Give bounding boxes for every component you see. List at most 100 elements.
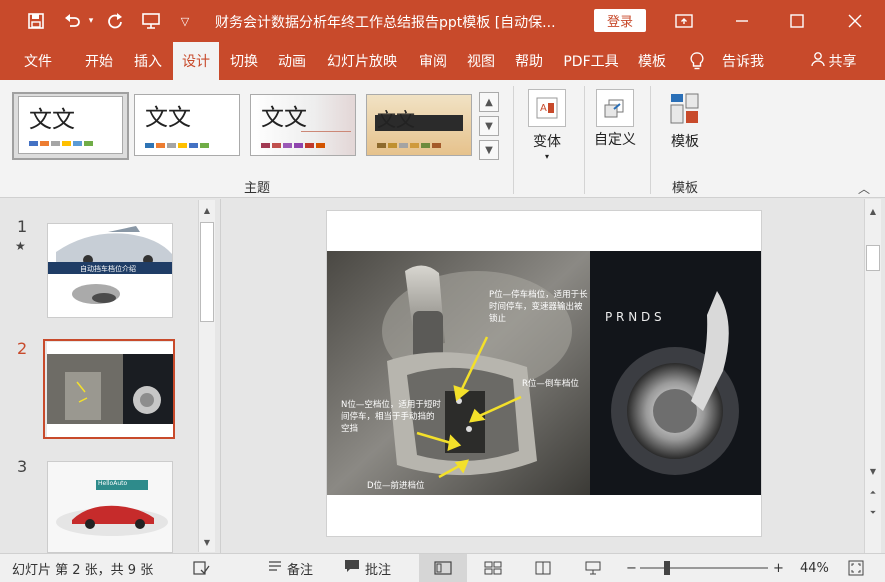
scroll-down-icon[interactable]: ▼ xyxy=(865,463,881,479)
slide-thumbnail-3[interactable]: HelloAuto xyxy=(47,461,173,553)
slideshow-view-icon[interactable] xyxy=(584,554,602,582)
zoom-out-button[interactable]: − xyxy=(626,554,637,582)
template-label: 模板 xyxy=(671,134,699,150)
thumbnail-scrollbar[interactable]: ▲ ▼ xyxy=(198,200,215,552)
group-separator xyxy=(513,86,514,194)
slide-number: 1 xyxy=(17,217,28,236)
template-button[interactable]: 模板 xyxy=(662,84,708,154)
theme-color-swatches xyxy=(377,143,441,148)
normal-view-icon xyxy=(434,554,452,582)
slide-number: 3 xyxy=(17,457,28,476)
editor-scrollbar[interactable]: ▲ ▼ ⏶ ⏷ xyxy=(864,199,881,553)
slide-thumbnail-panel: 1 ★ 自动挡车档位介绍 2 3 HelloAuto ▲ ▼ xyxy=(0,199,220,553)
slide-3-preview xyxy=(48,462,172,552)
tab-transitions[interactable]: 切换 xyxy=(222,42,266,80)
theme-color-swatches xyxy=(29,141,93,146)
scrollbar-thumb[interactable] xyxy=(866,245,880,271)
zoom-slider-thumb[interactable] xyxy=(664,561,670,575)
notes-button[interactable]: 备注 xyxy=(268,554,313,582)
status-bar: 幻灯片 第 2 张，共 9 张 备注 批注 − + 44% xyxy=(0,553,885,582)
login-button[interactable]: 登录 xyxy=(594,9,646,32)
slide-sorter-icon[interactable] xyxy=(484,554,502,582)
undo-dropdown-icon[interactable]: ▾ xyxy=(85,0,97,42)
current-slide[interactable]: P R N D S P位—停车档位，适用于长时间停车，变速器输出被锁止 R位—倒… xyxy=(326,210,762,537)
undo-icon[interactable] xyxy=(60,0,84,42)
scroll-up-icon[interactable]: ▲ xyxy=(865,203,881,219)
reading-view-icon[interactable] xyxy=(534,554,552,582)
save-icon[interactable] xyxy=(24,0,48,42)
slide-thumbnail-1[interactable]: 自动挡车档位介绍 xyxy=(47,223,173,318)
chevron-down-icon[interactable]: ▽ xyxy=(176,0,194,42)
fit-slide-icon[interactable] xyxy=(848,554,864,582)
theme-facet[interactable]: 文文 xyxy=(250,94,356,156)
repeat-icon[interactable] xyxy=(103,0,127,42)
title-bar: ▾ ▽ 财务会计数据分析年终工作总结报告ppt模板 [自动保... 登录 xyxy=(0,0,885,42)
tab-design[interactable]: 设计 xyxy=(173,42,219,80)
lightbulb-icon[interactable] xyxy=(684,42,710,80)
accessibility-icon[interactable] xyxy=(192,554,210,582)
theme-preview-text: 文文 xyxy=(377,109,416,131)
scroll-up-icon[interactable]: ▲ xyxy=(479,92,499,112)
tab-home[interactable]: 开始 xyxy=(76,42,122,80)
pane-divider[interactable] xyxy=(220,199,221,553)
close-icon[interactable] xyxy=(843,0,867,42)
comments-label: 批注 xyxy=(365,562,392,578)
theme-color-swatches xyxy=(261,143,325,148)
theme-group-label: 主题 xyxy=(243,181,270,196)
previous-slide-icon[interactable]: ⏶ xyxy=(865,485,881,501)
scroll-down-icon[interactable]: ▼ xyxy=(479,116,499,136)
tab-pdf-tools[interactable]: PDF工具 xyxy=(557,42,625,80)
person-icon xyxy=(810,51,826,71)
share-button[interactable]: 共享 xyxy=(800,42,866,80)
scrollbar-thumb[interactable] xyxy=(200,222,214,322)
label-reverse: R位—倒车档位 xyxy=(522,379,579,389)
tab-animations[interactable]: 动画 xyxy=(270,42,314,80)
slideshow-icon[interactable] xyxy=(138,0,164,42)
ribbon-tab-row: 文件 开始 插入 设计 切换 动画 幻灯片放映 审阅 视图 帮助 PDF工具 模… xyxy=(0,42,885,80)
tab-view[interactable]: 视图 xyxy=(459,42,503,80)
tab-slideshow[interactable]: 幻灯片放映 xyxy=(320,42,404,80)
maximize-icon[interactable] xyxy=(785,0,809,42)
theme-wood[interactable]: 文文 xyxy=(366,94,472,156)
tab-help[interactable]: 帮助 xyxy=(507,42,551,80)
slide-counter: 幻灯片 第 2 张，共 9 张 xyxy=(12,562,154,578)
gear-shifter-photo: P R N D S xyxy=(327,251,761,495)
notes-label: 备注 xyxy=(287,562,314,578)
customize-button[interactable]: 自定义 xyxy=(590,84,640,170)
variants-icon: A xyxy=(528,89,566,127)
chevron-down-icon: ▾ xyxy=(544,152,549,161)
ribbon-design: 文文 文文 文文 文文 ▲ ▼ ▼ 主题 A 变体 ▾ 自定义 模板 模板 ︿ xyxy=(0,80,885,198)
slide-number: 2 xyxy=(17,339,28,358)
scroll-down-icon[interactable]: ▼ xyxy=(199,534,215,550)
customize-label: 自定义 xyxy=(594,132,636,148)
share-label: 共享 xyxy=(828,54,857,70)
slide-size-icon xyxy=(596,89,634,127)
slide-3-caption: HelloAuto xyxy=(98,480,128,487)
slide-1-caption: 自动挡车档位介绍 xyxy=(80,265,136,273)
theme-color-swatches xyxy=(145,143,209,148)
notes-icon xyxy=(268,560,282,576)
next-slide-icon[interactable]: ⏷ xyxy=(865,505,881,521)
label-neutral: N位—空档位，适用于短时间停车，相当于手动挡的空挡 xyxy=(341,400,441,434)
minimize-icon[interactable] xyxy=(730,0,754,42)
comments-button[interactable]: 批注 xyxy=(344,554,391,582)
tab-insert[interactable]: 插入 xyxy=(126,42,170,80)
tab-file[interactable]: 文件 xyxy=(10,42,66,80)
theme-office-2[interactable]: 文文 xyxy=(134,94,240,156)
svg-text:A: A xyxy=(540,103,547,114)
zoom-in-button[interactable]: + xyxy=(773,554,784,582)
group-separator xyxy=(584,86,585,194)
more-themes-icon[interactable]: ▼ xyxy=(479,140,499,160)
zoom-slider-track[interactable] xyxy=(640,567,768,569)
slide-thumbnail-2[interactable] xyxy=(47,342,173,437)
tab-templates[interactable]: 模板 xyxy=(630,42,674,80)
zoom-level[interactable]: 44% xyxy=(800,554,829,582)
tell-me-search[interactable]: 告诉我 xyxy=(714,42,772,80)
tab-review[interactable]: 审阅 xyxy=(411,42,455,80)
theme-preview-text: 文文 xyxy=(261,105,307,131)
ribbon-display-options-icon[interactable] xyxy=(672,0,696,42)
theme-office[interactable]: 文文 xyxy=(18,96,123,154)
scroll-up-icon[interactable]: ▲ xyxy=(199,202,215,218)
collapse-ribbon-icon[interactable]: ︿ xyxy=(858,180,870,197)
variants-button[interactable]: A 变体 ▾ xyxy=(523,84,571,170)
